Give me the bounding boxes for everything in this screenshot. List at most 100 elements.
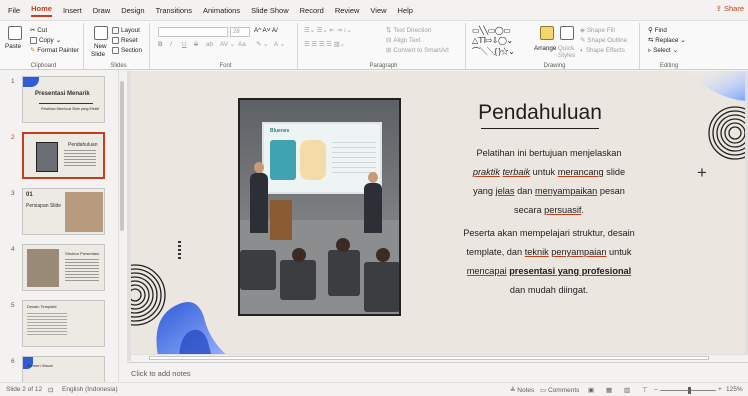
arrange-icon[interactable] [540,26,554,40]
paste-button[interactable]: Paste [5,43,21,50]
language-indicator[interactable]: English (Indonesia) [62,386,118,393]
menu-review[interactable]: Review [335,6,360,15]
menu-file[interactable]: File [8,6,20,15]
reset-button[interactable]: Reset [112,37,137,44]
text-run: dan [509,285,526,295]
thumbnail-image[interactable]: Presentasi Menarik Pelatihan Membuat Sli… [22,76,105,123]
notes-placeholder[interactable]: Click to add notes [131,369,191,378]
menu-help[interactable]: Help [398,6,413,15]
align-text-icon: ⊟ [386,37,392,44]
paste-icon[interactable] [8,26,22,40]
bold-button[interactable]: B [158,41,163,48]
replace-button[interactable]: ⇆ Replace ⌄ [648,37,686,44]
thumbnail-slide-5[interactable]: 5 Desain Template [0,300,120,350]
thumbnail-image[interactable]: Elemen Visual [22,356,105,382]
thumbnail-image[interactable]: Struktur Presentasi [22,244,105,291]
select-button[interactable]: ▹ Select ⌄ [648,47,678,54]
copy-icon [30,37,37,44]
format-painter-button[interactable]: ✎ Format Painter [30,47,79,54]
thumbnail-image[interactable]: 01 Persiapan Slide [22,188,105,235]
quick-styles-icon[interactable] [560,26,574,40]
arrange-button[interactable]: Arrange [534,45,556,52]
thumbnail-slide-6[interactable]: 6 Elemen Visual [0,356,120,382]
text-direction-button[interactable]: ⇅ Text Direction [386,27,431,34]
smartart-button[interactable]: ⊞ Convert to SmartArt [386,47,449,54]
menu-draw[interactable]: Draw [93,6,111,15]
new-slide-icon[interactable] [94,26,108,40]
menu-home[interactable]: Home [31,4,52,17]
font-group-label: Font [219,63,232,69]
menu-design[interactable]: Design [121,6,144,15]
align-buttons[interactable]: ☰ ☰ ☰ ☰ ▥⌄ [304,41,345,48]
reading-view-icon[interactable]: ▥ [624,386,630,394]
slide-canvas[interactable]: + Bluenes Pendahuluan Pelatihan ini bert… [131,71,745,361]
section-button[interactable]: Section [112,47,142,54]
share-button[interactable]: ⇪ Share [716,4,744,13]
thumbnail-image[interactable]: Pendahuluan [22,132,105,179]
align-text-button[interactable]: ⊟ Align Text [386,37,420,44]
zoom-level[interactable]: 125% [726,386,743,393]
slide-title[interactable]: Pendahuluan [465,101,615,125]
thumbnails-scrollbar[interactable] [118,71,125,382]
zoom-in-button[interactable]: + [718,386,722,393]
shape-fill-label: Shape Fill [586,27,615,34]
notes-pane[interactable]: Click to add notes [127,362,748,382]
shapes-gallery[interactable]: ▭╲╲▭◯▭ [472,26,511,35]
bullets-button[interactable]: ☰⌄ ☰⌄ ⇤ ⇥ ↕⌄ [304,27,352,34]
strikethrough-button[interactable]: S [194,41,198,48]
change-case-button[interactable]: Aa [238,41,246,48]
menu-view[interactable]: View [370,6,386,15]
quick-styles-label-2[interactable]: Styles [558,52,575,59]
horizontal-scrollbar[interactable] [131,354,748,361]
scrollbar-thumb[interactable] [120,81,124,231]
menu-record[interactable]: Record [300,6,324,15]
slide-body-text[interactable]: Pelatihan ini bertujuan menjelaskan prak… [463,144,635,302]
normal-view-icon[interactable]: ▣ [588,386,594,394]
thumbnail-text-lines [64,150,96,168]
zoom-slider-thumb[interactable] [688,387,691,394]
cut-button[interactable]: ✂ Cut [30,27,47,34]
shapes-gallery-row3[interactable]: ⌒╲╲{ }☆⌄ [472,46,515,57]
new-slide-label-2[interactable]: Slide [91,51,105,58]
new-slide-label[interactable]: New [94,43,107,50]
font-size-input[interactable]: 28 [230,27,250,37]
italic-button[interactable]: I [170,41,172,48]
shapes-gallery-row2[interactable]: △⅂⅂⇨⇩◯⌄ [472,36,513,45]
copy-button[interactable]: Copy ⌄ [30,37,61,44]
char-spacing-button[interactable]: AV ⌄ [220,41,235,48]
menu-transitions[interactable]: Transitions [156,6,192,15]
quick-styles-label[interactable]: Quick [558,45,574,52]
grow-font-button[interactable]: A^ A˅ A/ [254,27,278,34]
font-color-button[interactable]: A ⌄ [274,41,285,48]
underline-button[interactable]: U [182,41,187,48]
slideshow-icon[interactable]: ⊤ [642,386,648,394]
menu-animations[interactable]: Animations [203,6,240,15]
editing-group: ⚲ Find ⇆ Replace ⌄ ▹ Select ⌄ Editing [644,23,694,69]
thumbnail-shape [23,77,39,87]
shape-outline-button[interactable]: ✎ Shape Outline [580,37,627,44]
notes-toggle[interactable]: ≜ Notes [510,386,534,394]
seminar-photo[interactable]: Bluenes [238,98,401,316]
layout-button[interactable]: Layout [112,27,140,34]
comments-toggle[interactable]: ▭ Comments [540,386,579,394]
zoom-out-button[interactable]: – [654,386,658,393]
audience-seat [240,250,276,290]
thumbnail-slide-2[interactable]: 2 Pendahuluan [0,132,120,182]
replace-label: Replace [655,37,679,44]
menu-insert[interactable]: Insert [63,6,82,15]
shadow-button[interactable]: ab [206,41,213,48]
shape-effects-button[interactable]: ◐ Shape Effects [580,47,625,54]
slide-sorter-icon[interactable]: ▦ [606,386,612,394]
thumbnail-slide-1[interactable]: 1 Presentasi Menarik Pelatihan Membuat S… [0,76,120,126]
thumbnail-slide-3[interactable]: 3 01 Persiapan Slide [0,188,120,238]
thumbnail-slide-4[interactable]: 4 Struktur Presentasi [0,244,120,294]
scrollbar-thumb[interactable] [149,356,709,360]
highlight-button[interactable]: ✎ ⌄ [256,41,268,48]
find-button[interactable]: ⚲ Find [648,27,667,34]
thumbnail-image[interactable]: Desain Template [22,300,105,347]
accessibility-icon[interactable]: ⊡ [48,386,53,394]
thumbnail-title: Persiapan Slide [26,203,62,209]
font-name-input[interactable] [158,27,228,37]
menu-slide-show[interactable]: Slide Show [251,6,289,15]
shape-fill-button[interactable]: ◈ Shape Fill [580,27,615,34]
